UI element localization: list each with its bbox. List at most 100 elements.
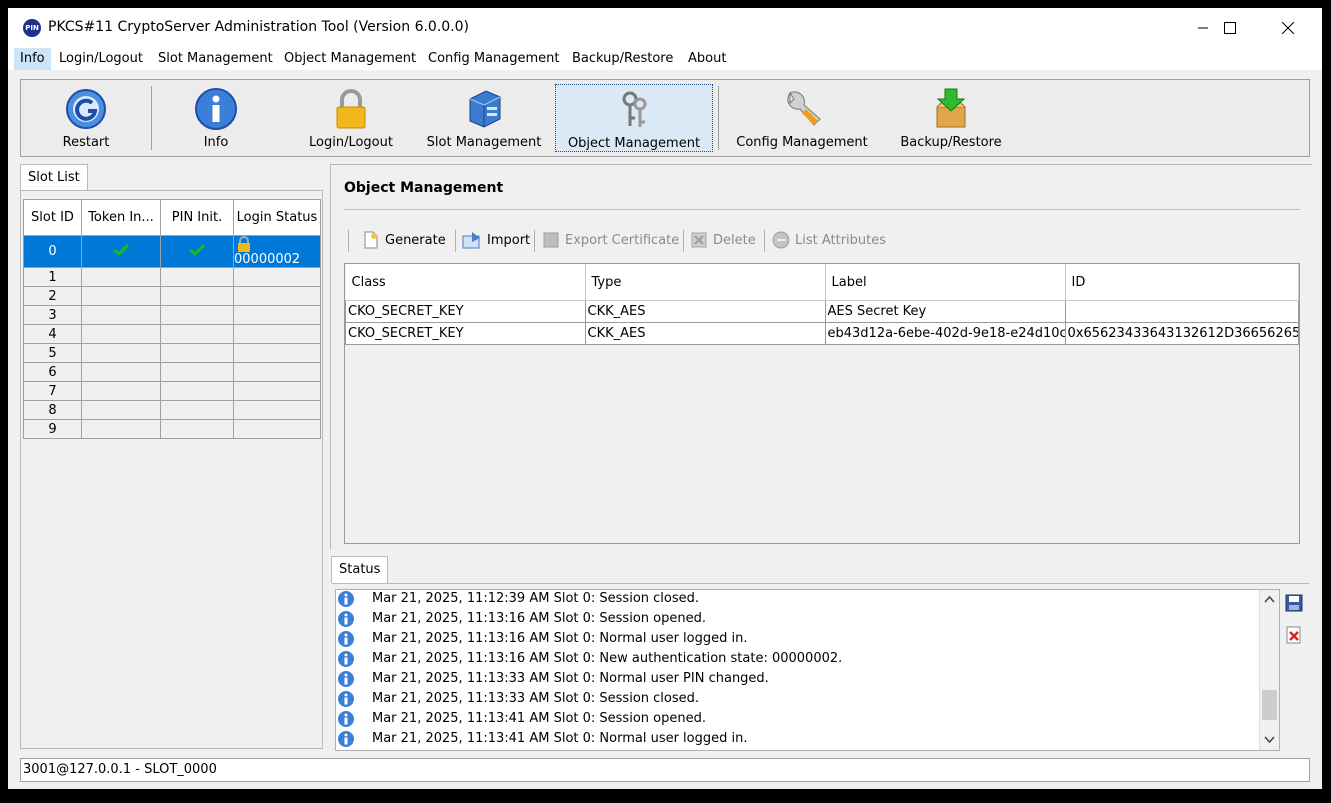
clear-log-icon[interactable] (1284, 625, 1304, 645)
column-token-init[interactable]: Token In... (81, 199, 161, 236)
close-button[interactable] (1259, 8, 1317, 48)
slot-row[interactable]: 9 (23, 419, 321, 439)
import-icon (462, 232, 480, 249)
delete-icon (691, 232, 707, 248)
check-icon (189, 243, 206, 256)
config-management-button[interactable]: Config Management (727, 84, 877, 152)
menu-backup-restore[interactable]: Backup/Restore (566, 48, 679, 70)
column-login-status[interactable]: Login Status (233, 199, 321, 236)
list-attributes-icon (772, 231, 790, 249)
info-button[interactable]: Info (166, 84, 266, 152)
toolbar-separator (764, 230, 765, 252)
column-pin-init[interactable]: PIN Init. (160, 199, 234, 236)
status-panel: Status Mar 21, 2025, 11:12:39 AM Slot 0:… (330, 556, 1311, 751)
import-label: Import (487, 232, 531, 248)
slot-id: 6 (23, 362, 82, 382)
app-window: PIN PKCS#11 CryptoServer Administration … (8, 8, 1322, 789)
object-row[interactable]: CKO_SECRET_KEY CKK_AES AES Secret Key (345, 300, 1299, 323)
login-status-value: 00000002 (234, 252, 301, 267)
log-scrollbar[interactable] (1259, 590, 1279, 750)
cell-type: CKK_AES (584, 300, 826, 323)
scroll-thumb[interactable] (1262, 690, 1277, 720)
log-text: Mar 21, 2025, 11:13:16 AM Slot 0: Sessio… (372, 611, 706, 626)
column-type[interactable]: Type (585, 264, 826, 301)
slot-row[interactable]: 2 (23, 286, 321, 306)
object-row[interactable]: CKO_SECRET_KEY CKK_AES eb43d12a-6ebe-402… (345, 322, 1299, 345)
maximize-icon (1224, 22, 1236, 34)
slot-row[interactable]: 3 (23, 305, 321, 325)
info-icon (195, 88, 237, 130)
slot-row[interactable]: 4 (23, 324, 321, 344)
slot-row[interactable]: 0 00000002 (23, 235, 321, 268)
menu-info[interactable]: Info (14, 48, 51, 70)
log-text: Mar 21, 2025, 11:13:33 AM Slot 0: Normal… (372, 671, 769, 686)
restart-button[interactable]: Restart (31, 84, 141, 152)
menu-config-management[interactable]: Config Management (422, 48, 565, 70)
info-icon (338, 711, 354, 727)
backup-restore-button[interactable]: Backup/Restore (883, 84, 1019, 152)
tab-slot-list[interactable]: Slot List (20, 164, 88, 191)
scroll-down-icon[interactable] (1260, 732, 1279, 748)
slot-id: 7 (23, 381, 82, 401)
slot-row[interactable]: 7 (23, 381, 321, 401)
column-class[interactable]: Class (345, 264, 586, 301)
log-text: Mar 21, 2025, 11:13:41 AM Slot 0: Sessio… (372, 711, 706, 726)
slot-id: 8 (23, 400, 82, 420)
menu-login-logout[interactable]: Login/Logout (53, 48, 149, 70)
export-certificate-icon (543, 232, 559, 248)
export-certificate-label: Export Certificate (565, 232, 680, 248)
column-slot-id[interactable]: Slot ID (23, 199, 82, 236)
column-label[interactable]: Label (825, 264, 1066, 301)
object-management-label: Object Management (567, 136, 701, 151)
info-label: Info (203, 135, 229, 150)
generate-button[interactable]: Generate (362, 229, 446, 251)
menu-object-management[interactable]: Object Management (278, 48, 422, 70)
toolbar-separator (683, 230, 684, 252)
cell-id: 0x65623433643132612D366562652 (1064, 322, 1299, 345)
slot-row[interactable]: 6 (23, 362, 321, 382)
info-icon (338, 691, 354, 707)
info-icon (338, 731, 354, 747)
slot-table: Slot ID Token In... PIN Init. Login Stat… (23, 199, 321, 439)
wrench-icon (787, 91, 821, 126)
slot-row[interactable]: 1 (23, 267, 321, 287)
info-icon (338, 611, 354, 627)
delete-label: Delete (713, 232, 756, 248)
slot-management-button[interactable]: Slot Management (419, 84, 549, 152)
info-icon (338, 671, 354, 687)
login-logout-button[interactable]: Login/Logout (291, 84, 411, 152)
slot-id: 3 (23, 305, 82, 325)
slot-row[interactable]: 5 (23, 343, 321, 363)
slot-row[interactable]: 8 (23, 400, 321, 420)
column-id[interactable]: ID (1065, 264, 1299, 301)
scroll-up-icon[interactable] (1260, 592, 1279, 608)
menu-slot-management[interactable]: Slot Management (152, 48, 279, 70)
list-attributes-button[interactable]: List Attributes (772, 229, 886, 251)
log-text: Mar 21, 2025, 11:13:16 AM Slot 0: Normal… (372, 631, 748, 646)
toolbar-separator (534, 230, 535, 252)
export-certificate-button[interactable]: Export Certificate (542, 229, 679, 251)
restart-icon (66, 89, 106, 129)
cell-type: CKK_AES (584, 322, 826, 345)
slot-id: 9 (23, 419, 82, 439)
save-log-icon[interactable] (1284, 593, 1304, 613)
status-bar: 3001@127.0.0.1 - SLOT_0000 (20, 758, 1310, 782)
info-icon (338, 651, 354, 667)
cell-label: AES Secret Key (824, 300, 1066, 323)
import-button[interactable]: Import (462, 229, 530, 251)
info-icon (338, 631, 354, 647)
login-logout-label: Login/Logout (309, 135, 393, 150)
status-content: Mar 21, 2025, 11:12:39 AM Slot 0: Sessio… (332, 583, 1309, 751)
log-text: Mar 21, 2025, 11:13:16 AM Slot 0: New au… (372, 651, 843, 666)
status-log[interactable]: Mar 21, 2025, 11:12:39 AM Slot 0: Sessio… (335, 589, 1280, 751)
title-bar: PIN PKCS#11 CryptoServer Administration … (8, 8, 1322, 48)
tab-status[interactable]: Status (331, 556, 389, 583)
delete-button[interactable]: Delete (690, 229, 756, 251)
maximize-button[interactable] (1201, 8, 1259, 48)
slot-id: 1 (23, 267, 82, 287)
object-management-button[interactable]: Object Management (555, 84, 713, 152)
menu-about[interactable]: About (682, 48, 732, 70)
slot-management-label: Slot Management (426, 135, 542, 150)
log-text: Mar 21, 2025, 11:12:39 AM Slot 0: Sessio… (372, 591, 700, 606)
server-icon (469, 90, 501, 128)
